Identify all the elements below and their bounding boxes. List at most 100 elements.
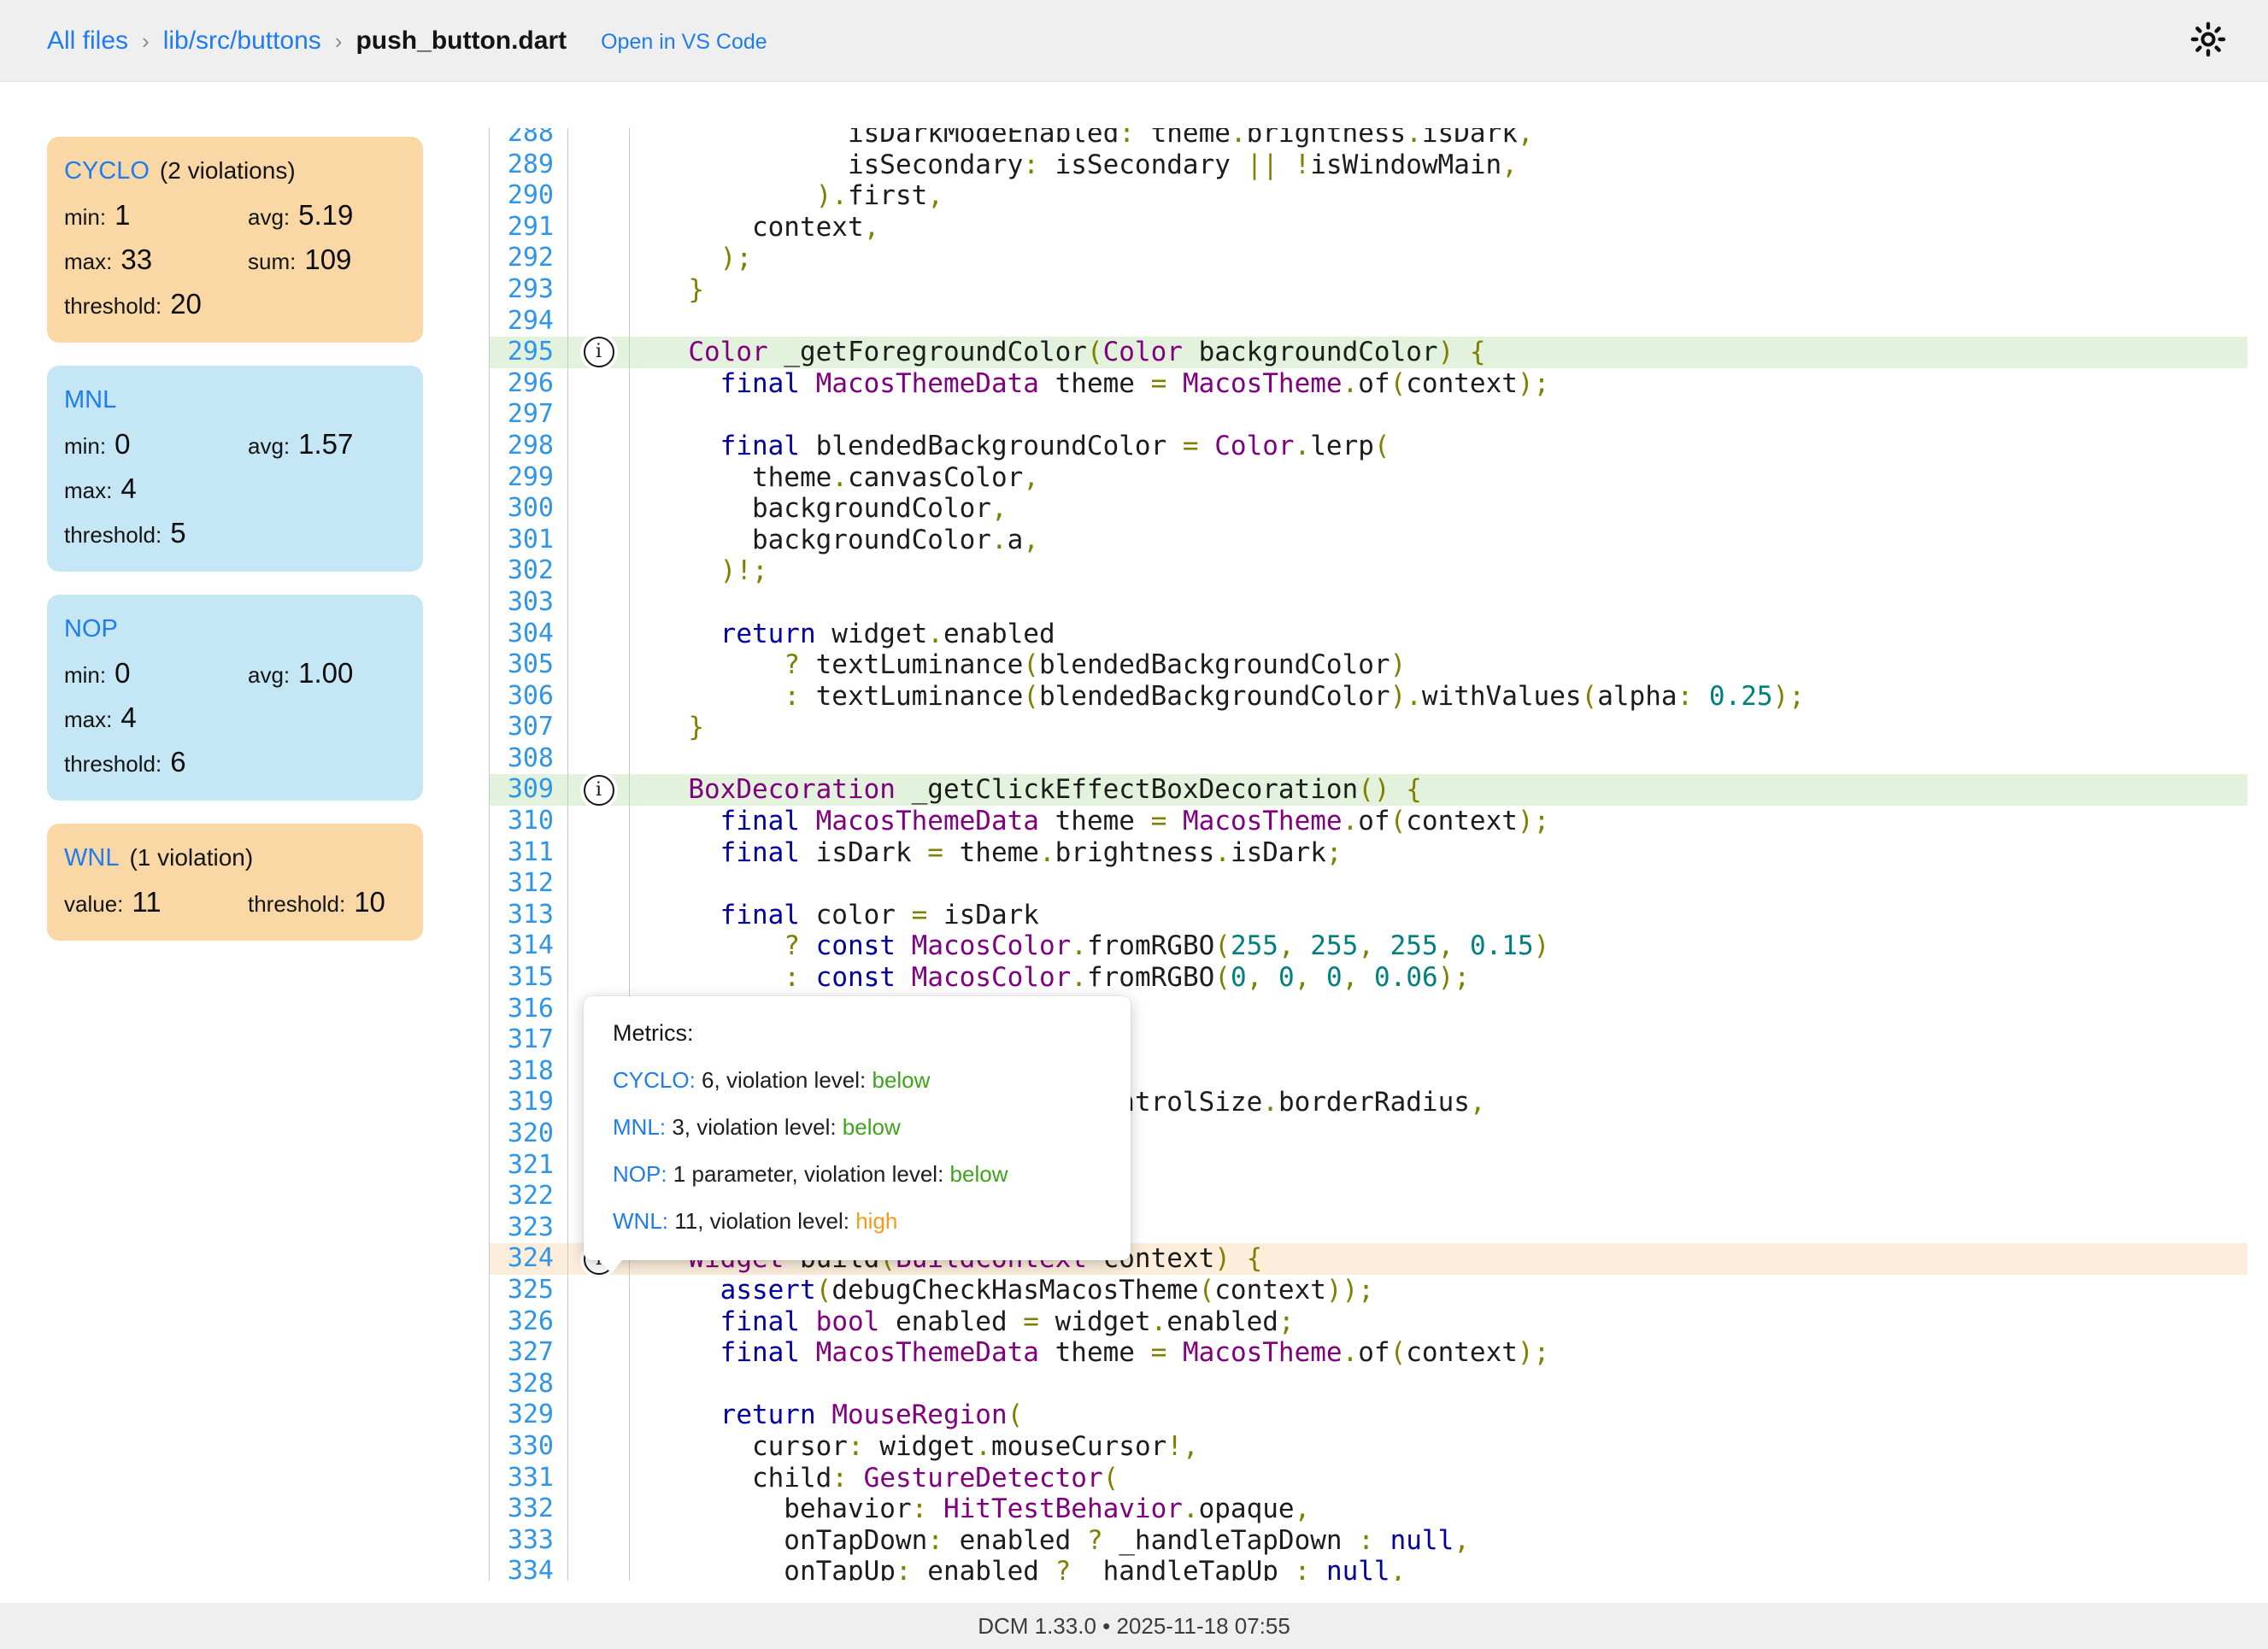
gutter xyxy=(568,1556,630,1581)
tooltip-metric-name: CYCLO: xyxy=(613,1067,696,1093)
line-number: 326 xyxy=(490,1306,568,1338)
code-text xyxy=(630,868,2247,900)
line-number: 308 xyxy=(490,743,568,775)
gutter xyxy=(568,128,630,150)
code-line: 297 xyxy=(490,399,2247,431)
tooltip-metric-row: WNL: 11, violation level: high xyxy=(613,1208,1102,1235)
code-line: 313 final color = isDark xyxy=(490,900,2247,931)
code-line: 292 ); xyxy=(490,243,2247,274)
gutter xyxy=(568,1337,630,1369)
metric-card-title-row: WNL(1 violation) xyxy=(64,844,406,872)
metric-stat: value: 11 xyxy=(64,886,248,918)
metric-stat-value: 109 xyxy=(304,244,351,276)
line-number: 312 xyxy=(490,868,568,900)
metric-stat-label: max: xyxy=(64,478,112,504)
metric-stat: threshold:6 xyxy=(64,746,248,778)
metric-stat-value: 4 xyxy=(120,472,136,505)
line-number: 305 xyxy=(490,649,568,681)
gutter xyxy=(568,150,630,181)
metric-stat-label: min: xyxy=(64,433,106,460)
line-number: 314 xyxy=(490,930,568,962)
metric-stat-value: 0 xyxy=(115,428,130,461)
gutter: i xyxy=(568,337,630,368)
line-number: 321 xyxy=(490,1150,568,1182)
code-panel: 288 isDarkModeEnabled: theme.brightness.… xyxy=(489,128,2247,1581)
line-number: 311 xyxy=(490,837,568,869)
app-footer: DCM 1.33.0 • 2025-11-18 07:55 xyxy=(0,1603,2268,1649)
code-text: theme.canvasColor, xyxy=(630,462,2247,494)
gutter xyxy=(568,649,630,681)
metric-card-title-link[interactable]: CYCLO xyxy=(64,157,150,185)
metric-stat-value: 1.00 xyxy=(298,657,353,690)
code-line: 298 final blendedBackgroundColor = Color… xyxy=(490,431,2247,462)
line-number: 330 xyxy=(490,1431,568,1463)
tooltip-metric-row: CYCLO: 6, violation level: below xyxy=(613,1067,1102,1094)
code-text: onTapUp: enabled ? _handleTapUp : null, xyxy=(630,1556,2247,1581)
line-number: 293 xyxy=(490,274,568,306)
gutter xyxy=(568,1400,630,1431)
line-number: 318 xyxy=(490,1056,568,1088)
gutter xyxy=(568,837,630,869)
code-line: 301 backgroundColor.a, xyxy=(490,525,2247,556)
metric-stat-label: min: xyxy=(64,662,106,689)
code-text: } xyxy=(630,712,2247,743)
line-number: 327 xyxy=(490,1337,568,1369)
code-line: 326 final bool enabled = widget.enabled; xyxy=(490,1306,2247,1338)
code-line: 289 isSecondary: isSecondary || !isWindo… xyxy=(490,150,2247,181)
line-number: 315 xyxy=(490,962,568,994)
tooltip-violation-level: high xyxy=(855,1208,897,1234)
code-text: ? textLuminance(blendedBackgroundColor) xyxy=(630,649,2247,681)
metric-stat-label: avg: xyxy=(248,204,290,231)
code-line: 314 ? const MacosColor.fromRGBO(255, 255… xyxy=(490,930,2247,962)
tooltip-metric-row: NOP: 1 parameter, violation level: below xyxy=(613,1161,1102,1188)
code-text: } xyxy=(630,274,2247,306)
gutter xyxy=(568,525,630,556)
line-number: 323 xyxy=(490,1212,568,1244)
metric-card-title-link[interactable]: NOP xyxy=(64,615,118,643)
open-in-vscode-link[interactable]: Open in VS Code xyxy=(601,30,767,55)
metric-stat: threshold:10 xyxy=(248,886,406,918)
code-line: 329 return MouseRegion( xyxy=(490,1400,2247,1431)
info-icon[interactable]: i xyxy=(584,775,614,806)
gutter xyxy=(568,712,630,743)
breadcrumb-all-files[interactable]: All files xyxy=(47,26,128,56)
gutter xyxy=(568,555,630,587)
metric-stat: max:33 xyxy=(64,244,248,276)
code-text: BoxDecoration _getClickEffectBoxDecorati… xyxy=(630,774,2247,806)
metric-stat-label: value: xyxy=(64,891,123,918)
code-text: final MacosThemeData theme = MacosTheme.… xyxy=(630,368,2247,400)
code-text xyxy=(630,587,2247,619)
metric-card-title-link[interactable]: WNL xyxy=(64,844,119,872)
code-line: 295i Color _getForegroundColor(Color bac… xyxy=(490,337,2247,368)
tooltip-metric-name: MNL: xyxy=(613,1114,666,1140)
breadcrumb-folder[interactable]: lib/src/buttons xyxy=(163,26,321,56)
line-number: 297 xyxy=(490,399,568,431)
code-text xyxy=(630,306,2247,337)
gutter: i xyxy=(568,774,630,806)
gutter xyxy=(568,900,630,931)
metric-card-nop: NOPmin:0avg:1.00max:4threshold:6 xyxy=(47,595,423,801)
line-number: 299 xyxy=(490,462,568,494)
metric-card-title-link[interactable]: MNL xyxy=(64,386,116,414)
metric-stat-row: value: 11 threshold:10 xyxy=(64,886,406,918)
gutter xyxy=(568,1525,630,1557)
line-number: 317 xyxy=(490,1024,568,1056)
gutter xyxy=(568,930,630,962)
theme-toggle-button[interactable] xyxy=(2186,19,2230,63)
gutter xyxy=(568,1369,630,1400)
gutter xyxy=(568,1275,630,1306)
line-number: 331 xyxy=(490,1463,568,1494)
tooltip-metric-name: WNL: xyxy=(613,1208,668,1234)
code-line: 299 theme.canvasColor, xyxy=(490,462,2247,494)
metric-stat: avg:5.19 xyxy=(248,199,406,232)
metric-stat-value: 11 xyxy=(132,886,161,918)
code-scroll-area[interactable]: 288 isDarkModeEnabled: theme.brightness.… xyxy=(490,128,2247,1581)
code-text: isDarkModeEnabled: theme.brightness.isDa… xyxy=(630,128,2247,150)
code-text: final MacosThemeData theme = MacosTheme.… xyxy=(630,806,2247,837)
info-icon[interactable]: i xyxy=(584,337,614,367)
metric-card-title-row: MNL xyxy=(64,386,406,414)
code-line: 334 onTapUp: enabled ? _handleTapUp : nu… xyxy=(490,1556,2247,1581)
code-text: backgroundColor, xyxy=(630,493,2247,525)
gutter xyxy=(568,306,630,337)
line-number: 307 xyxy=(490,712,568,743)
